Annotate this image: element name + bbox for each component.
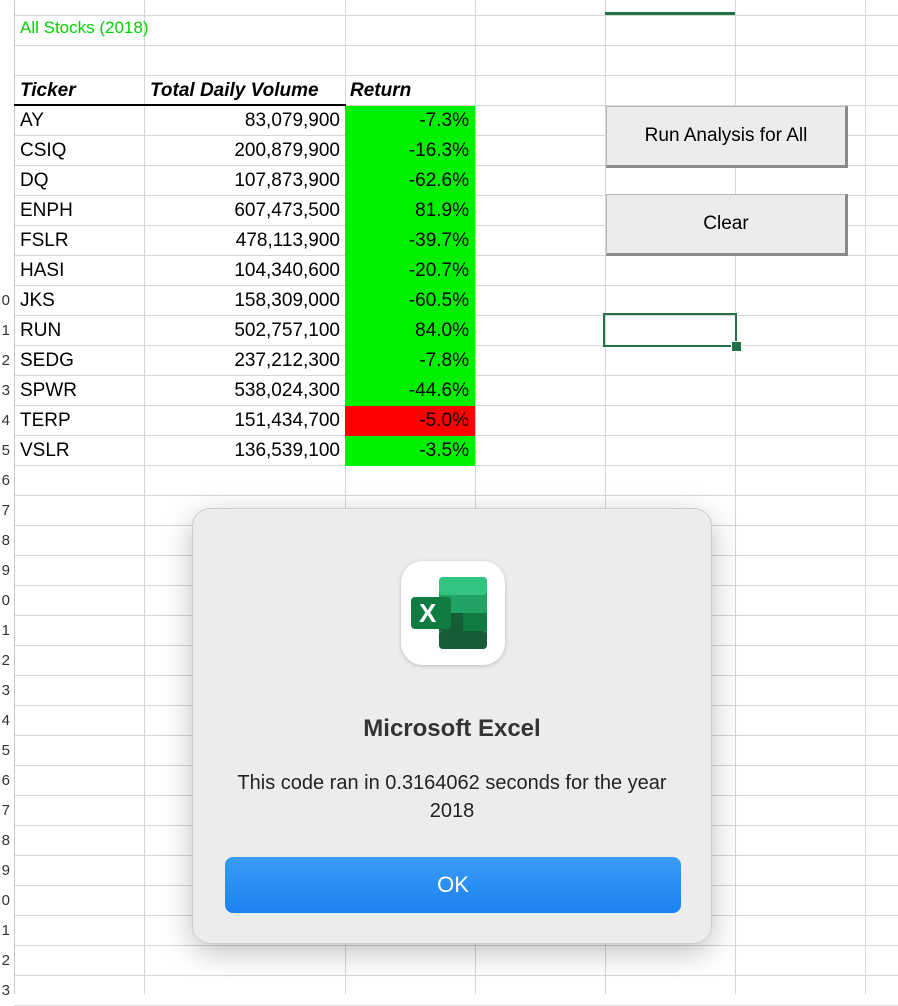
grid-row-line xyxy=(14,975,898,976)
volume-cell[interactable]: 237,212,300 xyxy=(148,346,340,376)
return-value: -16.3% xyxy=(408,140,469,161)
row-number[interactable]: 3 xyxy=(0,376,10,406)
volume-cell[interactable]: 538,024,300 xyxy=(148,376,340,406)
row-number[interactable]: 7 xyxy=(0,796,10,826)
grid-column-line xyxy=(144,0,145,994)
volume-cell[interactable]: 107,873,900 xyxy=(148,166,340,196)
return-cell[interactable]: -60.5% xyxy=(345,286,475,316)
row-number[interactable]: 0 xyxy=(0,586,10,616)
excel-icon-letter: X xyxy=(419,598,437,628)
alert-dialog: X Microsoft Excel This code ran in 0.316… xyxy=(192,508,712,944)
return-cell[interactable]: -16.3% xyxy=(345,136,475,166)
return-cell[interactable]: -7.8% xyxy=(345,346,475,376)
return-cell[interactable]: -20.7% xyxy=(345,256,475,286)
return-value: -7.3% xyxy=(419,110,469,131)
ticker-cell[interactable]: SPWR xyxy=(20,376,77,406)
row-number[interactable]: 5 xyxy=(0,436,10,466)
row-number[interactable]: 8 xyxy=(0,526,10,556)
return-cell[interactable]: -44.6% xyxy=(345,376,475,406)
ticker-cell[interactable]: SEDG xyxy=(20,346,74,376)
excel-app-icon: X xyxy=(401,561,505,665)
grid-row-line xyxy=(14,15,898,16)
return-cell[interactable]: -3.5% xyxy=(345,436,475,466)
clear-button[interactable]: Clear xyxy=(606,194,848,256)
return-value: 84.0% xyxy=(415,320,469,341)
return-cell[interactable]: 84.0% xyxy=(345,316,475,346)
return-value: -44.6% xyxy=(408,380,469,401)
ticker-cell[interactable]: JKS xyxy=(20,286,55,316)
ticker-cell[interactable]: HASI xyxy=(20,256,64,286)
volume-cell[interactable]: 607,473,500 xyxy=(148,196,340,226)
ticker-cell[interactable]: RUN xyxy=(20,316,61,346)
return-value: -3.5% xyxy=(419,440,469,461)
header-total-daily-volume[interactable]: Total Daily Volume xyxy=(150,78,319,104)
row-number[interactable]: 1 xyxy=(0,616,10,646)
row-number[interactable]: 6 xyxy=(0,466,10,496)
fill-handle[interactable] xyxy=(731,341,742,352)
ticker-cell[interactable]: CSIQ xyxy=(20,136,66,166)
return-value: -20.7% xyxy=(408,260,469,281)
row-number[interactable]: 4 xyxy=(0,406,10,436)
return-cell[interactable]: -62.6% xyxy=(345,166,475,196)
row-number[interactable]: 2 xyxy=(0,346,10,376)
run-analysis-for-all-button[interactable]: Run Analysis for All xyxy=(606,106,848,168)
row-number[interactable]: 9 xyxy=(0,856,10,886)
ticker-cell[interactable]: DQ xyxy=(20,166,49,196)
volume-cell[interactable]: 502,757,100 xyxy=(148,316,340,346)
row-number[interactable]: 4 xyxy=(0,706,10,736)
return-value: -62.6% xyxy=(408,170,469,191)
header-ticker[interactable]: Ticker xyxy=(20,78,76,104)
row-number[interactable]: 6 xyxy=(0,766,10,796)
ok-button[interactable]: OK xyxy=(225,857,681,913)
volume-cell[interactable]: 200,879,900 xyxy=(148,136,340,166)
return-value: -5.0% xyxy=(419,410,469,431)
return-cell[interactable]: 81.9% xyxy=(345,196,475,226)
row-number[interactable]: 2 xyxy=(0,946,10,976)
selected-column-indicator xyxy=(605,12,735,15)
sheet-title-cell[interactable]: All Stocks (2018) xyxy=(20,18,149,38)
dialog-title: Microsoft Excel xyxy=(363,715,541,742)
ticker-cell[interactable]: TERP xyxy=(20,406,71,436)
row-number[interactable]: 0 xyxy=(0,286,10,316)
row-number[interactable]: 9 xyxy=(0,556,10,586)
volume-cell[interactable]: 104,340,600 xyxy=(148,256,340,286)
selected-cell[interactable] xyxy=(603,313,737,347)
row-number[interactable]: 1 xyxy=(0,916,10,946)
row-number[interactable]: 8 xyxy=(0,826,10,856)
ticker-cell[interactable]: ENPH xyxy=(20,196,73,226)
return-cell[interactable]: -39.7% xyxy=(345,226,475,256)
row-number[interactable]: 7 xyxy=(0,496,10,526)
row-number[interactable]: 5 xyxy=(0,736,10,766)
volume-cell[interactable]: 478,113,900 xyxy=(148,226,340,256)
return-cell[interactable]: -5.0% xyxy=(345,406,475,436)
ticker-cell[interactable]: FSLR xyxy=(20,226,69,256)
row-header-strip: 012345678901234567890123 xyxy=(0,0,15,999)
row-number[interactable]: 1 xyxy=(0,316,10,346)
grid-column-line xyxy=(865,0,866,994)
ticker-cell[interactable]: VSLR xyxy=(20,436,70,466)
return-value: 81.9% xyxy=(415,200,469,221)
volume-cell[interactable]: 83,079,900 xyxy=(148,106,340,136)
ticker-cell[interactable]: AY xyxy=(20,106,44,136)
row-number[interactable]: 3 xyxy=(0,976,10,1006)
grid-row-line xyxy=(14,945,898,946)
return-value: -7.8% xyxy=(419,350,469,371)
row-number[interactable]: 3 xyxy=(0,676,10,706)
dialog-message: This code ran in 0.3164062 seconds for t… xyxy=(237,772,667,822)
volume-cell[interactable]: 151,434,700 xyxy=(148,406,340,436)
grid-row-line xyxy=(14,495,898,496)
volume-cell[interactable]: 158,309,000 xyxy=(148,286,340,316)
row-number[interactable]: 0 xyxy=(0,886,10,916)
grid-row-line xyxy=(14,75,898,76)
grid-row-line xyxy=(14,45,898,46)
return-value: -60.5% xyxy=(408,290,469,311)
header-return[interactable]: Return xyxy=(350,78,411,104)
return-cell[interactable]: -7.3% xyxy=(345,106,475,136)
row-number[interactable]: 2 xyxy=(0,646,10,676)
volume-cell[interactable]: 136,539,100 xyxy=(148,436,340,466)
return-value: -39.7% xyxy=(408,230,469,251)
